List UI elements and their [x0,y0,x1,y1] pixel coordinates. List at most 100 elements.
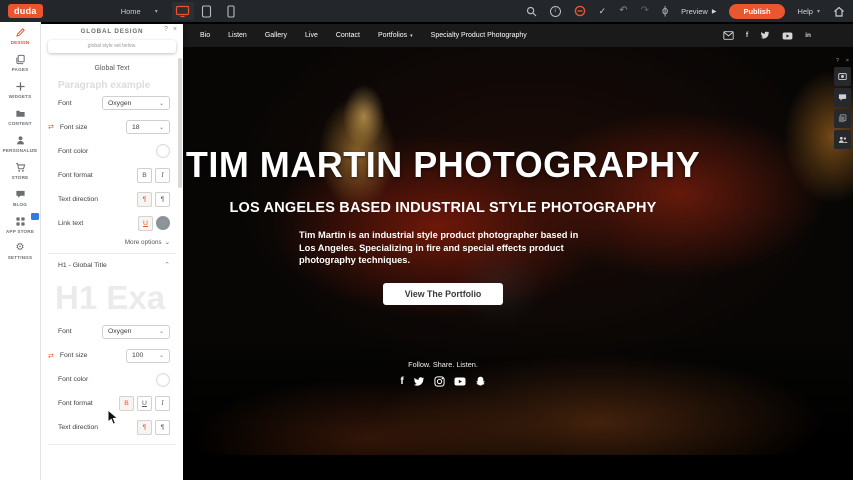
nav-item-portfolios[interactable]: Portfolios ▾ [378,32,413,39]
panel-help-button[interactable]: ? [164,26,168,33]
help-dropdown[interactable]: Help ▾ [798,7,820,16]
nav-item-gallery[interactable]: Gallery [265,32,287,39]
info-button[interactable]: i [550,6,561,17]
nav-item-listen[interactable]: Listen [228,32,247,39]
portfolios-heading[interactable]: PORTFOLIOS [183,455,703,480]
link-color-swatch[interactable] [156,216,170,230]
media-button[interactable] [834,67,851,86]
h1-bold-button[interactable]: B [119,396,134,411]
text-direction-row: Text direction ¶ ¶ [58,187,170,211]
team-button[interactable] [834,130,851,149]
chevron-down-icon: ⌄ [159,352,164,359]
h1-section-header[interactable]: H1 - Global Title ⌃ [58,254,170,276]
home-icon [833,6,845,17]
h1-font-size-dropdown[interactable]: 100 ⌄ [126,349,170,363]
instagram-icon[interactable] [434,376,445,387]
account-status-icon [574,5,586,17]
tablet-view-button[interactable] [196,2,218,20]
sidebar-item-blog[interactable]: BLOG [0,184,40,211]
site-nav-social: f in [723,31,853,40]
chevron-down-icon: ⌄ [159,328,164,335]
h1-ltr-direction-button[interactable]: ¶ [137,420,152,435]
preview-button[interactable]: Preview ▶ [681,7,716,16]
design-brush-icon [15,27,26,38]
sidebar-item-design[interactable]: DESIGN [0,22,40,49]
link-underline-button[interactable]: U [138,216,153,231]
site-preview: Bio Listen Gallery Live Contact Portfoli… [183,22,853,480]
search-button[interactable] [526,6,537,17]
twitter-icon[interactable] [413,377,425,387]
sidebar-item-content[interactable]: CONTENT [0,103,40,130]
save-check-button[interactable]: ✓ [599,7,607,16]
font-size-dropdown[interactable]: 18 ⌄ [126,120,170,134]
more-options-link[interactable]: More options ⌄ [54,235,170,249]
mouse-cursor [107,409,119,426]
twitter-icon[interactable] [760,31,770,40]
sidebar-item-widgets[interactable]: WIDGETS [0,76,40,103]
account-status-button[interactable] [574,5,586,17]
view-portfolio-button[interactable]: View The Portfolio [383,283,504,305]
plus-icon [15,81,26,92]
snapchat-icon[interactable] [475,376,486,388]
desktop-view-button[interactable] [172,2,194,20]
sidebar-item-app-store[interactable]: APP STORE [0,211,40,238]
nav-item-bio[interactable]: Bio [200,32,210,39]
h1-rtl-direction-button[interactable]: ¶ [155,420,170,435]
dev-mode-button[interactable]: ϕ [662,6,668,17]
dashboard-home-button[interactable] [833,6,845,17]
font-color-swatch[interactable] [156,144,170,158]
nav-item-specialty[interactable]: Specialty Product Photography [431,32,527,39]
site-description[interactable]: Tim Martin is an industrial style produc… [299,229,587,267]
chevron-down-icon: ⌄ [165,238,170,246]
redo-button[interactable]: ↷ [641,6,649,16]
publish-button[interactable]: Publish [729,4,784,19]
ltr-direction-button[interactable]: ¶ [137,192,152,207]
mobile-view-button[interactable] [220,2,242,20]
font-dropdown[interactable]: Oxygen ⌄ [102,96,170,110]
text-direction-label: Text direction [58,196,98,203]
facebook-icon[interactable]: f [400,376,403,387]
undo-button[interactable]: ↶ [619,6,627,16]
tablet-icon [201,5,212,18]
youtube-icon[interactable] [454,377,466,386]
chevron-down-icon: ⌄ [159,124,164,131]
youtube-icon[interactable] [782,32,793,40]
sidebar-label: CONTENT [8,121,32,126]
linkedin-icon[interactable]: in [805,32,811,39]
bold-button[interactable]: B [137,168,152,183]
hero-social-icons: f [183,376,703,388]
h1-font-color-swatch[interactable] [156,373,170,387]
site-title[interactable]: TIM MARTIN PHOTOGRAPHY [183,147,703,183]
sidebar-item-pages[interactable]: PAGES [0,49,40,76]
panel-scrollbar[interactable] [178,58,182,188]
facebook-icon[interactable]: f [746,32,748,39]
hero-content: TIM MARTIN PHOTOGRAPHY LOS ANGELES BASED… [183,47,703,388]
quick-toolbar-close[interactable]: × [846,58,849,64]
email-icon[interactable] [723,31,734,40]
panel-note-card: global style set below. [48,40,176,53]
nav-item-contact[interactable]: Contact [336,32,360,39]
rtl-direction-button[interactable]: ¶ [155,192,170,207]
layers-button[interactable] [834,109,851,128]
sidebar-item-personalize[interactable]: PERSONALIZE [0,130,40,157]
link-text-row: Link text U [58,211,170,235]
hero-section: TIM MARTIN PHOTOGRAPHY LOS ANGELES BASED… [183,47,853,455]
page-selector-dropdown[interactable]: Home ▾ [121,7,158,16]
sidebar-item-store[interactable]: STORE [0,157,40,184]
site-subtitle[interactable]: LOS ANGELES BASED INDUSTRIAL STYLE PHOTO… [183,200,703,216]
quick-toolbar-help[interactable]: ? [836,58,839,64]
font-format-label: Font format [58,172,93,179]
panel-close-button[interactable]: × [173,26,177,33]
h1-underline-button[interactable]: U [137,396,152,411]
comments-button[interactable] [834,88,851,107]
sidebar-item-settings[interactable]: ⚙ SETTINGS [0,238,40,265]
italic-button[interactable]: I [155,168,170,183]
speech-bubble-icon [15,189,26,200]
h1-font-dropdown[interactable]: Oxygen ⌄ [102,325,170,339]
person-icon [15,135,26,146]
app-store-icon [15,216,26,227]
h1-section-title: H1 - Global Title [58,262,107,269]
h1-italic-button[interactable]: I [155,396,170,411]
nav-item-live[interactable]: Live [305,32,318,39]
duda-logo[interactable]: duda [8,4,43,18]
